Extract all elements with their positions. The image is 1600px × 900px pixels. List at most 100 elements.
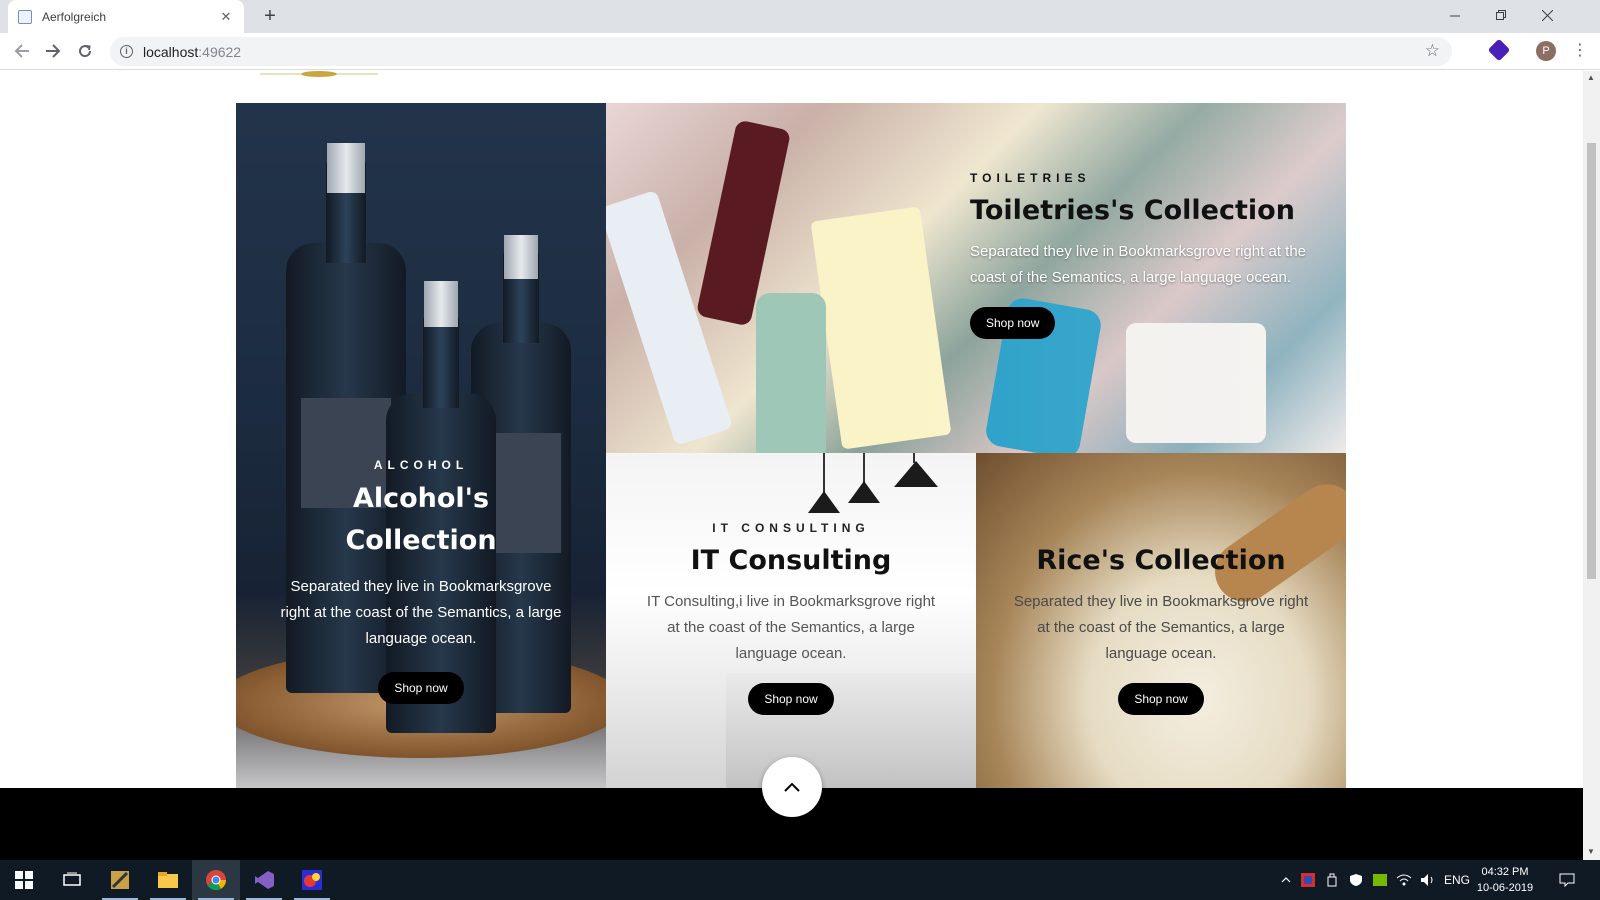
minimize-icon xyxy=(1449,15,1460,16)
language-indicator[interactable]: ENG xyxy=(1442,860,1472,900)
rice-shop-now-button[interactable]: Shop now xyxy=(1118,683,1204,715)
chevron-up-icon xyxy=(1281,877,1291,883)
windows-taskbar: ENG 04:32 PM 10-06-2019 xyxy=(0,860,1600,900)
toiletries-subheading: TOILETRIES xyxy=(970,171,1091,185)
alcohol-heading: Alcohol's Collection xyxy=(345,483,497,556)
usb-device-button[interactable] xyxy=(1322,860,1342,900)
toiletries-collection-tile[interactable]: TOILETRIES Toiletries's Collection Separ… xyxy=(606,103,1346,453)
paint-tray-icon xyxy=(1301,873,1315,887)
wine-bottle-neck xyxy=(423,318,459,408)
windows-logo-icon xyxy=(15,871,33,889)
browser-tab[interactable]: Aerfolgreich ✕ xyxy=(8,0,244,33)
browser-tab-strip: Aerfolgreich ✕ + xyxy=(0,0,1600,33)
minimize-button[interactable] xyxy=(1432,0,1478,30)
alcohol-tile-content: ALCOHOL Alcohol's Collection Separated t… xyxy=(276,458,566,704)
url-host: localhost xyxy=(143,43,199,60)
tray-app-icon[interactable] xyxy=(1298,860,1318,900)
chrome-button[interactable] xyxy=(192,860,240,900)
network-button[interactable] xyxy=(1394,860,1414,900)
toiletries-shop-now-button[interactable]: Shop now xyxy=(970,307,1056,339)
it-heading: IT Consulting xyxy=(690,545,892,576)
pendant-lamp-icon xyxy=(848,481,880,503)
gpu-button[interactable] xyxy=(1370,860,1390,900)
browser-toolbar: i localhost:49622 ☆ xyxy=(0,33,1600,70)
chrome-icon xyxy=(206,870,227,891)
file-explorer-button[interactable] xyxy=(144,860,192,900)
toiletries-heading: Toiletries's Collection xyxy=(970,195,1295,226)
alcohol-description: Separated they live in Bookmarksgrove ri… xyxy=(280,578,562,647)
pendant-lamp-icon xyxy=(894,461,938,487)
usb-drive-icon xyxy=(1327,873,1337,887)
close-window-button[interactable] xyxy=(1524,0,1570,30)
paint-app-button[interactable] xyxy=(288,860,336,900)
scroll-to-top-button[interactable] xyxy=(762,757,822,817)
toiletries-tile-content: TOILETRIES Toiletries's Collection Separ… xyxy=(970,171,1310,339)
close-tab-icon[interactable]: ✕ xyxy=(218,9,234,25)
bookmark-star-icon[interactable]: ☆ xyxy=(1425,41,1440,61)
scroll-down-arrow-icon[interactable]: ▼ xyxy=(1587,847,1595,856)
alcohol-collection-tile[interactable]: ALCOHOL Alcohol's Collection Separated t… xyxy=(236,103,606,803)
rice-heading: Rice's Collection xyxy=(1036,545,1286,576)
tab-title: Aerfolgreich xyxy=(42,9,107,24)
back-arrow-icon xyxy=(14,44,29,58)
profile-avatar[interactable]: P xyxy=(1536,41,1556,61)
address-bar[interactable]: i localhost:49622 ☆ xyxy=(110,37,1452,66)
tools-app-button[interactable] xyxy=(96,860,144,900)
shield-icon xyxy=(1350,874,1362,886)
forward-button[interactable] xyxy=(41,39,65,63)
notification-icon xyxy=(1559,873,1575,887)
task-view-icon xyxy=(63,872,81,886)
scrollbar-thumb[interactable] xyxy=(1587,143,1596,579)
it-tile-content: IT CONSULTING IT Consulting IT Consultin… xyxy=(641,521,941,715)
it-subheading: IT CONSULTING xyxy=(712,521,870,535)
close-icon xyxy=(1541,9,1553,21)
page-viewport: ALCOHOL Alcohol's Collection Separated t… xyxy=(0,71,1583,860)
page-favicon-icon xyxy=(18,9,32,24)
start-button[interactable] xyxy=(0,860,48,900)
site-info-icon[interactable]: i xyxy=(120,45,133,58)
pendant-wire xyxy=(823,453,825,493)
wine-bottle-cap xyxy=(504,235,538,279)
rice-description: Separated they live in Bookmarksgrove ri… xyxy=(1013,593,1309,662)
visual-studio-icon xyxy=(255,871,274,889)
tools-app-icon xyxy=(111,871,129,889)
chevron-up-icon xyxy=(784,782,800,792)
wifi-icon xyxy=(1396,874,1412,886)
url-port: :49622 xyxy=(198,43,242,60)
pendant-wire xyxy=(863,453,865,483)
it-shop-now-button[interactable]: Shop now xyxy=(748,683,834,715)
show-hidden-icons-button[interactable] xyxy=(1278,860,1294,900)
it-description: IT Consulting,i live in Bookmarksgrove r… xyxy=(646,593,936,662)
file-explorer-icon xyxy=(158,872,178,888)
rice-tile-content: Rice's Collection Separated they live in… xyxy=(1011,541,1311,715)
page-scrollbar[interactable]: ▲ ▼ xyxy=(1583,71,1600,860)
rice-collection-tile[interactable]: Rice's Collection Separated they live in… xyxy=(976,453,1346,803)
scroll-up-arrow-icon[interactable]: ▲ xyxy=(1587,73,1595,82)
kebab-menu-icon[interactable]: ⋮ xyxy=(1572,40,1588,60)
toiletries-description: Separated they live in Bookmarksgrove ri… xyxy=(970,243,1307,286)
it-consulting-tile[interactable]: IT CONSULTING IT Consulting IT Consultin… xyxy=(606,453,976,803)
restore-button[interactable] xyxy=(1478,0,1524,30)
volume-button[interactable] xyxy=(1418,860,1438,900)
wine-bottle-cap xyxy=(327,143,365,193)
alcohol-subheading: ALCOHOL xyxy=(373,458,469,472)
paint-app-icon xyxy=(302,870,322,890)
alcohol-shop-now-button[interactable]: Shop now xyxy=(378,672,464,704)
visual-studio-button[interactable] xyxy=(240,860,288,900)
nvidia-icon xyxy=(1373,874,1387,886)
restore-icon xyxy=(1495,9,1506,20)
task-view-button[interactable] xyxy=(48,860,96,900)
speaker-icon xyxy=(1421,874,1433,886)
action-center-button[interactable] xyxy=(1552,860,1582,900)
system-clock[interactable]: 04:32 PM 10-06-2019 xyxy=(1472,864,1538,896)
security-button[interactable] xyxy=(1346,860,1366,900)
clock-date: 10-06-2019 xyxy=(1476,882,1534,894)
back-button[interactable] xyxy=(10,39,34,63)
logo-ornament-icon xyxy=(260,71,378,77)
new-tab-button[interactable]: + xyxy=(258,5,282,29)
clock-time: 04:32 PM xyxy=(1481,866,1529,878)
reload-icon xyxy=(79,45,92,58)
wine-bottle-cap xyxy=(424,281,458,327)
pendant-lamp-icon xyxy=(808,491,840,513)
reload-button[interactable] xyxy=(73,39,97,63)
